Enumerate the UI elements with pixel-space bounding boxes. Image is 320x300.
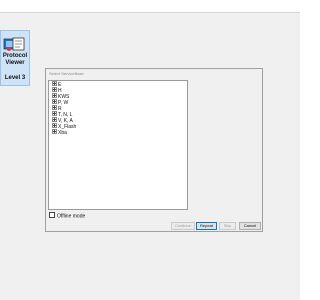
protocol-viewer-icon	[3, 37, 25, 51]
skip-button[interactable]: Skip	[219, 222, 236, 230]
tree-item-label: Xba	[58, 130, 67, 136]
tile-title-line2: Viewer	[5, 60, 25, 66]
top-bar	[0, 0, 300, 13]
tree-list: E H KWS P, W R T, N, L V, K, A X_Flash X…	[52, 81, 76, 136]
expand-plus-icon[interactable]	[52, 129, 57, 135]
expand-plus-icon[interactable]	[52, 93, 57, 99]
select-servicebase-dialog: Select ServiceBase E H KWS P, W R T, N, …	[45, 68, 263, 232]
expand-plus-icon[interactable]	[52, 123, 57, 129]
tree-item[interactable]: Xba	[52, 129, 76, 136]
tile-level-label: Level 3	[4, 75, 26, 81]
offline-mode-label: Offline mode	[57, 213, 86, 220]
expand-plus-icon[interactable]	[52, 117, 57, 123]
expand-plus-icon[interactable]	[52, 111, 57, 117]
expand-plus-icon[interactable]	[52, 105, 57, 111]
repeat-button[interactable]: Repeat	[196, 222, 217, 230]
tile-title-line1: Protocol	[2, 53, 28, 59]
offline-mode-checkbox[interactable]: Offline mode	[49, 212, 86, 220]
expand-plus-icon[interactable]	[52, 87, 57, 93]
continue-button[interactable]: Continue	[171, 222, 195, 230]
dialog-title: Select ServiceBase	[49, 71, 84, 76]
expand-plus-icon[interactable]	[52, 99, 57, 105]
checkbox-box[interactable]	[49, 212, 55, 218]
servicebase-tree[interactable]: E H KWS P, W R T, N, L V, K, A X_Flash X…	[48, 80, 188, 210]
cancel-button[interactable]: Cancel	[239, 222, 261, 230]
expand-plus-icon[interactable]	[52, 81, 57, 87]
protocol-viewer-tile[interactable]: Protocol Viewer Level 3	[0, 30, 30, 86]
